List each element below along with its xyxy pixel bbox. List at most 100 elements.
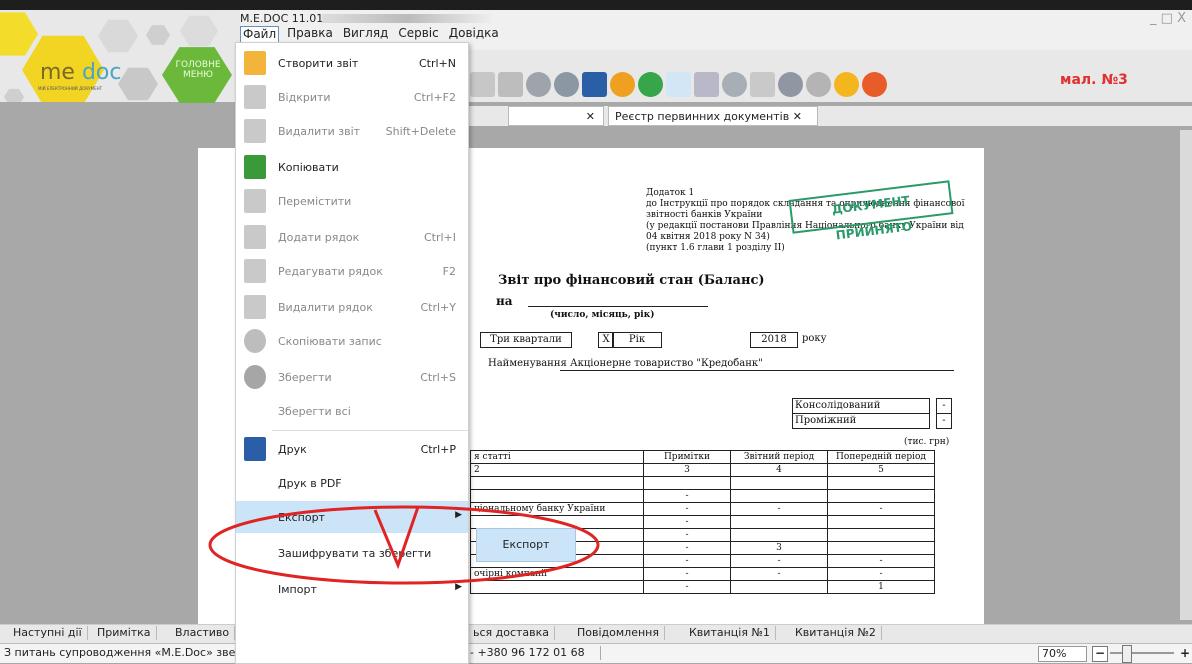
table-cell: 3: [730, 541, 828, 555]
menu-item-4[interactable]: Перемістити: [236, 185, 468, 217]
export-submenu-item[interactable]: Експорт: [476, 528, 576, 562]
toolbar-search-icon[interactable]: [666, 72, 691, 97]
menu-item-2[interactable]: Видалити звіт Shift+Delete: [236, 115, 468, 147]
move-icon: [244, 189, 266, 213]
tab-note[interactable]: Примітка: [92, 626, 157, 640]
toolbar-filter-icon[interactable]: [750, 72, 775, 97]
vertical-scrollbar[interactable]: [1180, 130, 1192, 620]
close-icon[interactable]: ✕: [793, 110, 802, 123]
period-box: Три квартали: [480, 332, 572, 348]
menu-item-11[interactable]: Друк Ctrl+P: [236, 433, 468, 465]
hex-decor: [146, 25, 170, 45]
close-icon[interactable]: ✕: [586, 107, 595, 126]
table-cell: [827, 528, 935, 542]
toolbar-chat-icon[interactable]: [862, 72, 887, 97]
toolbar-list-icon[interactable]: [694, 72, 719, 97]
table-cell: [730, 528, 828, 542]
toolbar-archive-icon[interactable]: [778, 72, 803, 97]
table-number-row: 2 3 4 5: [470, 463, 935, 477]
interim-value: -: [936, 413, 952, 429]
tab-delivery[interactable]: ься доставка: [468, 626, 556, 640]
menu-item-0[interactable]: Створити звіт Ctrl+N: [236, 47, 468, 79]
menu-item-label: Друк в PDF: [278, 477, 342, 490]
zoom-slider[interactable]: [1110, 652, 1174, 654]
printer-icon: [244, 437, 266, 461]
table-cell: -: [730, 502, 828, 516]
menu-item-1[interactable]: Відкрити Ctrl+F2: [236, 81, 468, 113]
tab-next-actions[interactable]: Наступні дії: [8, 626, 88, 640]
zoom-slider-thumb[interactable]: [1122, 645, 1132, 663]
menu-item-12[interactable]: Друк в PDF: [236, 467, 468, 499]
tab-redacted[interactable]: ✕: [508, 106, 604, 126]
menu-item-3[interactable]: Копіювати: [236, 151, 468, 183]
toolbar-refresh-icon[interactable]: [722, 72, 747, 97]
delete-report-icon: [244, 119, 266, 143]
menu-item-13[interactable]: Експорт ▶: [236, 501, 468, 533]
toolbar-copy-icon[interactable]: [526, 72, 551, 97]
menu-item-label: Зберегти: [278, 371, 332, 384]
toolbar-settings-icon[interactable]: [806, 72, 831, 97]
tab-receipt-1[interactable]: Квитанція №1: [684, 626, 776, 640]
table-row: -1: [470, 580, 935, 594]
toolbar-printer-icon[interactable]: [582, 72, 607, 97]
tab-properties[interactable]: Властиво: [170, 626, 236, 640]
zoom-in-button[interactable]: +: [1180, 646, 1190, 660]
toolbar-sign-icon[interactable]: [638, 72, 663, 97]
year-label: Рік: [612, 332, 662, 348]
toolbar-doc-icon[interactable]: [498, 72, 523, 97]
status-bar: З питань супроводження «M.E.Doc» зве - +…: [0, 643, 1192, 663]
interim-label: Проміжний: [792, 413, 930, 429]
logo-accent: doc: [81, 60, 122, 85]
menu-item-10[interactable]: Зберегти всі: [236, 395, 468, 427]
toolbar-save-icon[interactable]: [554, 72, 579, 97]
toolbar-send-icon[interactable]: [610, 72, 635, 97]
menu-item-6[interactable]: Редагувати рядок F2: [236, 255, 468, 287]
menu-item-15[interactable]: Імпорт ▶: [236, 573, 468, 605]
title-redacted: [322, 14, 492, 23]
menu-item-9[interactable]: Зберегти Ctrl+S: [236, 361, 468, 393]
table-cell: [470, 489, 644, 503]
menu-item-8[interactable]: Скопіювати запис: [236, 325, 468, 357]
table-cell: 4: [730, 463, 828, 477]
menu-item-14[interactable]: Зашифрувати та зберегти: [236, 537, 468, 569]
menu-item-7[interactable]: Видалити рядок Ctrl+Y: [236, 291, 468, 323]
document-title: Звіт про фінансовий стан (Баланс): [498, 273, 765, 288]
menu-separator: [272, 430, 468, 431]
zoom-out-button[interactable]: −: [1092, 646, 1108, 662]
company-name: Акціонерне товариство "Кредобанк": [570, 358, 763, 369]
table-row: -: [470, 489, 935, 503]
table-cell: [730, 476, 828, 490]
menu-item-5[interactable]: Додати рядок Ctrl+I: [236, 221, 468, 253]
tab-receipt-2[interactable]: Квитанція №2: [790, 626, 882, 640]
tab-messages[interactable]: Повідомлення: [572, 626, 665, 640]
logo[interactable]: me doc: [40, 60, 122, 85]
menu-item-shortcut: Ctrl+I: [423, 231, 456, 244]
window-controls[interactable]: _ □ X: [1150, 11, 1186, 26]
zoom-level[interactable]: 70%: [1038, 646, 1087, 662]
hex-decor: [118, 67, 158, 101]
table-cell: -: [643, 580, 731, 594]
menu-item-shortcut: Ctrl+N: [418, 57, 456, 70]
table-cell: -: [643, 502, 731, 516]
menu-item-shortcut: Ctrl+S: [420, 371, 456, 384]
hex-decor: [98, 19, 138, 53]
menu-item-label: Відкрити: [278, 91, 331, 104]
open-icon: [244, 85, 266, 109]
menu-item-label: Додати рядок: [278, 231, 360, 244]
table-cell: -: [827, 502, 935, 516]
year-value: 2018: [750, 332, 798, 348]
add-row-icon: [244, 225, 266, 249]
table-cell: 3: [643, 463, 731, 477]
toolbar-doc-icon[interactable]: [470, 72, 495, 97]
consolidated-label: Консолідований: [792, 398, 930, 414]
table-row: [470, 476, 935, 490]
create-report-icon: [244, 51, 266, 75]
hex-decor: [4, 88, 24, 102]
copy-record-icon: [244, 329, 266, 353]
appendix-line: 04 квітня 2018 року N 34): [646, 232, 770, 242]
tab-primary-docs-registry[interactable]: Реєстр первинних документів ✕: [608, 106, 818, 126]
menu-item-label: Зашифрувати та зберегти: [278, 547, 432, 560]
date-line: [528, 306, 708, 307]
table-cell: -: [827, 554, 935, 568]
toolbar-help-icon[interactable]: [834, 72, 859, 97]
